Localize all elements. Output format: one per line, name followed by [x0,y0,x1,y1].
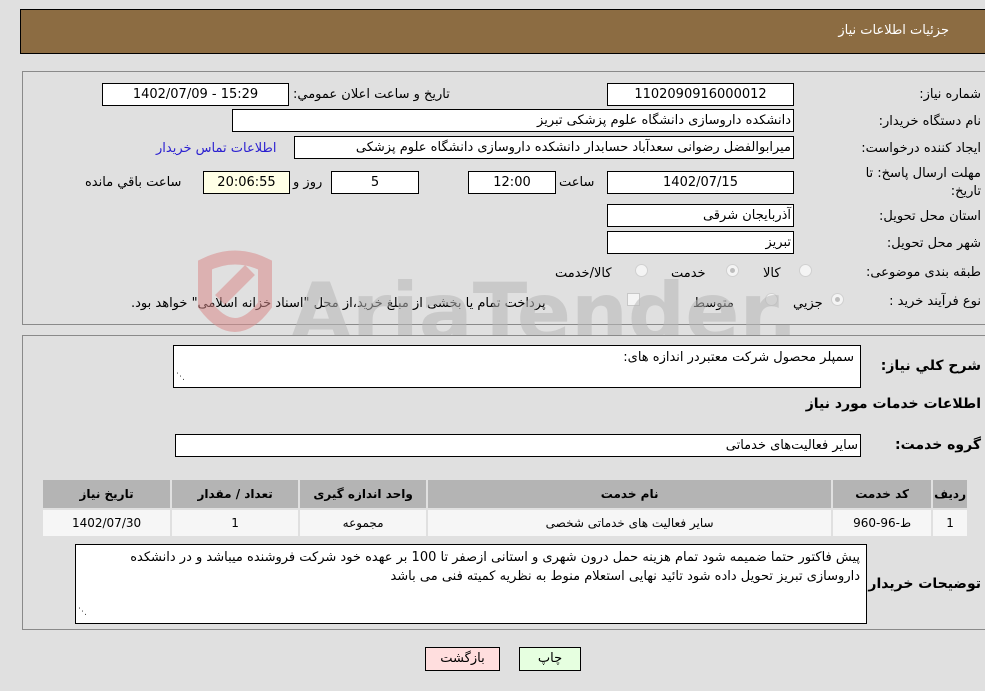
purchase-option-medium: متوسط [693,296,734,311]
need-info-panel: شماره نیاز: 1102090916000012 تاریخ و ساع… [22,71,985,325]
deadline-time-field: 12:00 [468,171,556,194]
table-header-row: ردیف کد خدمت نام خدمت واحد اندازه گیری ت… [40,478,969,510]
province-field: آذربایجان شرقی [607,204,794,227]
details-panel: شرح کلي نیاز: سمپلر محصول شرکت معتبردر ا… [22,335,985,630]
cell-service-name: سایر فعالیت های خدماتی شخصی [426,508,834,538]
col-header-service-code: کد خدمت [831,478,934,510]
city-label: شهر محل تحویل: [886,236,981,251]
category-option-service: خدمت [671,266,706,281]
buyer-notes-text: پیش فاکتور حتما ضمیمه شود تمام هزینه حمل… [130,550,860,584]
col-header-need-date: تاریخ نیاز [40,478,173,510]
category-option-goods-service: کالا/خدمت [555,266,612,281]
category-radio-service[interactable] [726,264,739,277]
service-group-label: گروه خدمت: [895,437,981,453]
services-heading: اطلاعات خدمات مورد نیاز [805,396,981,412]
days-label: روز و [293,175,323,190]
purchase-radio-minor[interactable] [831,293,844,306]
cell-quantity: 1 [170,508,301,538]
description-label: شرح کلي نیاز: [880,358,981,374]
table-row: 1 ط-96-960 سایر فعالیت های خدماتی شخصی م… [40,508,969,538]
cell-unit: مجموعه [298,508,429,538]
resize-grip-icon[interactable]: ⋰ [78,603,87,622]
deadline-date-field: 1402/07/15 [607,171,794,194]
category-radio-goods[interactable] [799,264,812,277]
cell-service-code: ط-96-960 [831,508,934,538]
service-group-field: سایر فعالیت‌های خدماتی [175,434,861,457]
page-header: جزئیات اطلاعات نیاز [20,9,985,54]
buyer-notes-textarea[interactable]: پیش فاکتور حتما ضمیمه شود تمام هزینه حمل… [75,544,867,624]
buyer-notes-label: توضیحات خریدار: [862,576,981,592]
purchase-option-minor: جزیي [793,296,823,311]
province-label: استان محل تحویل: [879,209,981,224]
announce-datetime-label: تاریخ و ساعت اعلان عمومي: [293,87,450,102]
col-header-unit: واحد اندازه گیری [298,478,429,510]
purchase-radio-medium[interactable] [765,293,778,306]
cell-need-date: 1402/07/30 [40,508,173,538]
col-header-quantity: تعداد / مقدار [170,478,301,510]
category-label: طبقه بندی موضوعی: [865,265,981,280]
deadline-time-label: ساعت [559,175,595,190]
col-header-service-name: نام خدمت [426,478,834,510]
time-remaining-field: 20:06:55 [203,171,290,194]
back-button[interactable]: بازگشت [425,647,500,671]
need-number-field: 1102090916000012 [607,83,794,106]
need-number-label: شماره نیاز: [919,87,981,102]
services-table: ردیف کد خدمت نام خدمت واحد اندازه گیری ت… [40,478,969,538]
announce-datetime-field: 1402/07/09 - 15:29 [102,83,289,106]
print-button[interactable]: چاپ [519,647,581,671]
purchase-type-label: نوع فرآیند خرید : [889,294,981,309]
page-title: جزئیات اطلاعات نیاز [838,23,949,38]
time-remaining-label: ساعت باقي مانده [85,175,182,190]
category-option-goods: کالا [763,266,781,281]
buyer-contact-link[interactable]: اطلاعات تماس خریدار [156,141,276,156]
treasury-checkbox[interactable] [627,293,640,306]
cell-row-number: 1 [931,508,969,538]
requester-label: ایجاد کننده درخواست: [861,141,981,156]
resize-grip-icon[interactable]: ⋰ [176,368,185,386]
buyer-org-label: نام دستگاه خریدار: [878,114,981,129]
city-field: تبریز [607,231,794,254]
buyer-org-field: دانشکده داروسازی دانشگاه علوم پزشکی تبری… [232,109,794,132]
col-header-row-number: ردیف [931,478,969,510]
description-textarea[interactable]: سمپلر محصول شرکت معتبردر اندازه های: ⋰ [173,345,861,388]
days-remaining-field: 5 [331,171,419,194]
description-text: سمپلر محصول شرکت معتبردر اندازه های: [623,350,854,365]
category-radio-goods-service[interactable] [635,264,648,277]
treasury-note: پرداخت تمام یا بخشی از مبلغ خرید،از محل … [131,296,546,311]
requester-field: میرابوالفضل رضوانی سعدآباد حسابدار دانشک… [294,136,794,159]
deadline-label: مهلت ارسال پاسخ: تا تاریخ: [865,166,981,199]
